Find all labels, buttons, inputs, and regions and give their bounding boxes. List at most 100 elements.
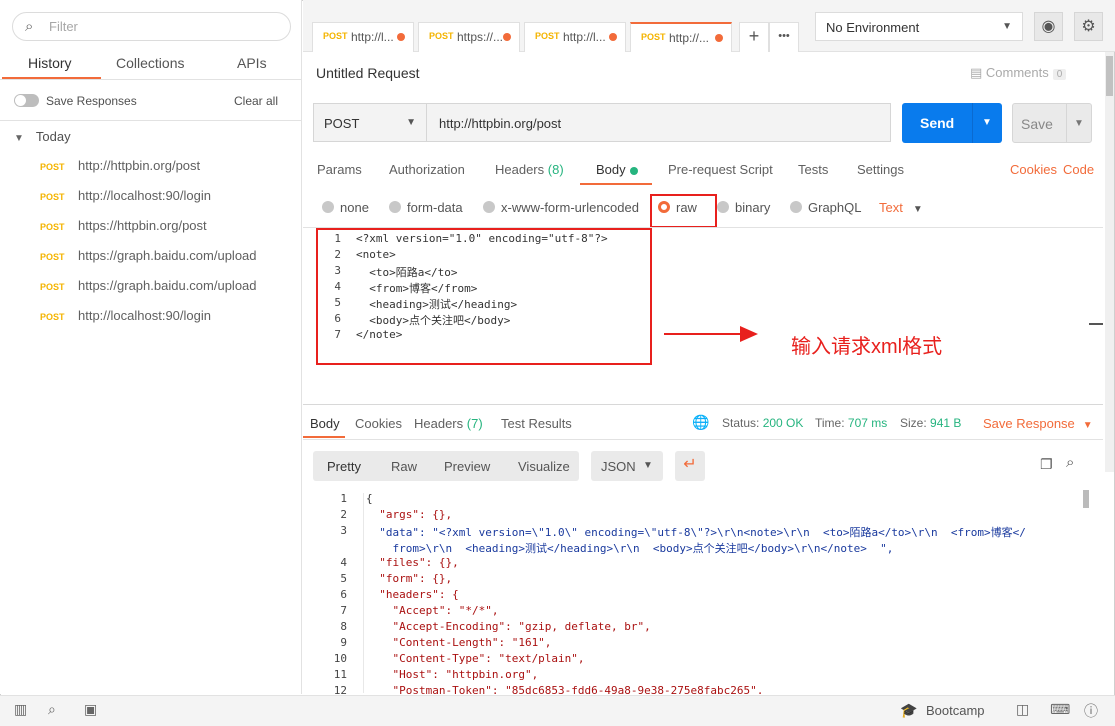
resize-handle[interactable] [1089,323,1103,325]
response-tab-body[interactable]: Body [310,416,340,431]
filter-input[interactable]: ⌕ Filter [12,12,291,41]
tab-authorization[interactable]: Authorization [389,162,465,177]
radio-graphql[interactable]: GraphQL [790,200,861,215]
history-item[interactable]: POST http://localhost:90/login [40,188,211,208]
method-badge: POST [40,251,65,262]
tab-collections[interactable]: Collections [116,55,184,71]
line-number: 11 [333,668,347,681]
radio-binary[interactable]: binary [717,200,770,215]
history-url: http://localhost:90/login [78,188,211,203]
comment-icon: ▤ [970,65,986,80]
find-icon[interactable]: ⌕ [48,701,56,718]
globe-icon[interactable]: 🌐 [692,414,709,431]
code-line: "args": {}, [366,508,453,521]
code-line: "Content-Length": "161", [366,636,552,649]
chevron-down-icon: ▼ [1002,21,1012,32]
request-tab[interactable]: POST http://l... [312,22,414,52]
environment-select[interactable]: No Environment ▼ [815,12,1023,41]
two-pane-icon[interactable]: ◫ [1016,701,1029,718]
clear-all-button[interactable]: Clear all [234,94,278,108]
sidebar-toggle-icon[interactable]: ▥ [14,701,27,718]
bootcamp-button[interactable]: Bootcamp [926,703,985,718]
response-tab-headers[interactable]: Headers (7) [414,416,483,431]
save-label: Save [1021,116,1053,132]
wrap-lines-icon[interactable]: ↵ [675,451,705,481]
save-button[interactable]: Save ▼ [1012,103,1092,143]
view-preview-button[interactable]: Preview [444,459,490,474]
response-headers-count: (7) [466,416,483,431]
comments-label: Comments [985,65,1049,80]
radio-icon [717,201,729,213]
request-tab[interactable]: POST http://l... [524,22,626,52]
request-title[interactable]: Untitled Request [316,65,420,81]
format-select[interactable]: JSON ▼ [591,451,663,481]
tab-params[interactable]: Params [317,162,362,177]
comments-button[interactable]: ▤ Comments 0 [970,65,1067,81]
help-icon[interactable]: ⓘ [1084,701,1098,721]
divider [0,120,302,121]
radio-none[interactable]: none [322,200,369,215]
save-response-button[interactable]: Save Response ▼ [983,416,1093,431]
url-input[interactable]: http://httpbin.org/post [427,103,891,142]
line-number: 1 [340,492,347,505]
history-item[interactable]: POST https://graph.baidu.com/upload [40,248,257,268]
history-item[interactable]: POST http://httpbin.org/post [40,158,200,178]
view-visualize-button[interactable]: Visualize [518,459,570,474]
chevron-down-icon: ▼ [406,117,416,128]
save-responses-toggle[interactable] [14,94,39,107]
size-readout: Size: 941 B [900,416,961,430]
response-tab-cookies[interactable]: Cookies [355,416,402,431]
response-tab-test-results[interactable]: Test Results [501,416,572,431]
keyboard-icon[interactable]: ⌨ [1050,701,1070,718]
request-tab[interactable]: POST https://... [418,22,520,52]
view-raw-button[interactable]: Raw [391,459,417,474]
bootcamp-icon[interactable]: 🎓 [900,702,917,719]
copy-icon[interactable]: ❐ [1040,456,1053,473]
view-pretty-button[interactable]: Pretty [327,459,361,474]
code-line: "Accept-Encoding": "gzip, deflate, br", [366,620,651,633]
send-button[interactable]: Send ▼ [902,103,1002,143]
history-item[interactable]: POST https://httpbin.org/post [40,218,207,238]
scrollbar-thumb[interactable] [1106,56,1113,96]
tab-apis[interactable]: APIs [237,55,267,71]
tab-history[interactable]: History [28,55,72,71]
cookies-link[interactable]: Cookies [1010,162,1057,177]
status-label: Status: [722,416,760,430]
add-tab-button[interactable]: + [739,22,769,52]
code-link[interactable]: Code [1063,162,1094,177]
tab-prerequest-script[interactable]: Pre-request Script [668,162,773,177]
tab-settings[interactable]: Settings [857,162,904,177]
unsaved-dot-icon [503,33,511,41]
code-line: "Content-Type": "text/plain", [366,652,585,665]
method-select[interactable]: POST ▼ [313,103,427,142]
eye-icon[interactable]: ◉ [1034,12,1063,41]
tab-headers[interactable]: Headers (8) [495,162,564,177]
history-item[interactable]: POST http://localhost:90/login [40,308,211,328]
more-tabs-button[interactable]: ••• [769,22,799,52]
radio-icon [322,201,334,213]
scrollbar-thumb[interactable] [1083,490,1089,508]
line-number: 4 [340,556,347,569]
history-group-today[interactable]: ▼ Today [14,129,71,144]
console-icon[interactable]: ▣ [84,701,97,718]
chevron-down-icon[interactable]: ▼ [982,117,992,128]
status-value: 200 OK [762,416,804,430]
search-icon[interactable]: ⌕ [1066,454,1074,471]
response-body[interactable]: 1 2 3 4 5 6 7 8 9 10 11 12 { "args": {},… [303,490,1083,694]
raw-format-select[interactable]: Text ▼ [879,200,923,215]
request-tab-active[interactable]: POST http://... [630,22,732,52]
code-line: "Postman-Token": "85dc6853-fdd6-49a8-9e3… [366,684,764,694]
tab-tests[interactable]: Tests [798,162,828,177]
history-item[interactable]: POST https://graph.baidu.com/upload [40,278,257,298]
gear-icon[interactable]: ⚙ [1074,12,1103,41]
code-line: "headers": { [366,588,459,601]
save-response-label: Save Response [983,416,1075,431]
radio-form-data[interactable]: form-data [389,200,463,215]
sidebar: ⌕ Filter History Collections APIs Save R… [0,0,302,694]
radio-urlencoded[interactable]: x-www-form-urlencoded [483,200,639,215]
line-number: 5 [340,572,347,585]
tab-body[interactable]: Body [596,162,638,177]
scrollbar[interactable] [1105,52,1114,472]
chevron-down-icon[interactable]: ▼ [1074,118,1084,129]
radio-label: GraphQL [808,200,862,215]
